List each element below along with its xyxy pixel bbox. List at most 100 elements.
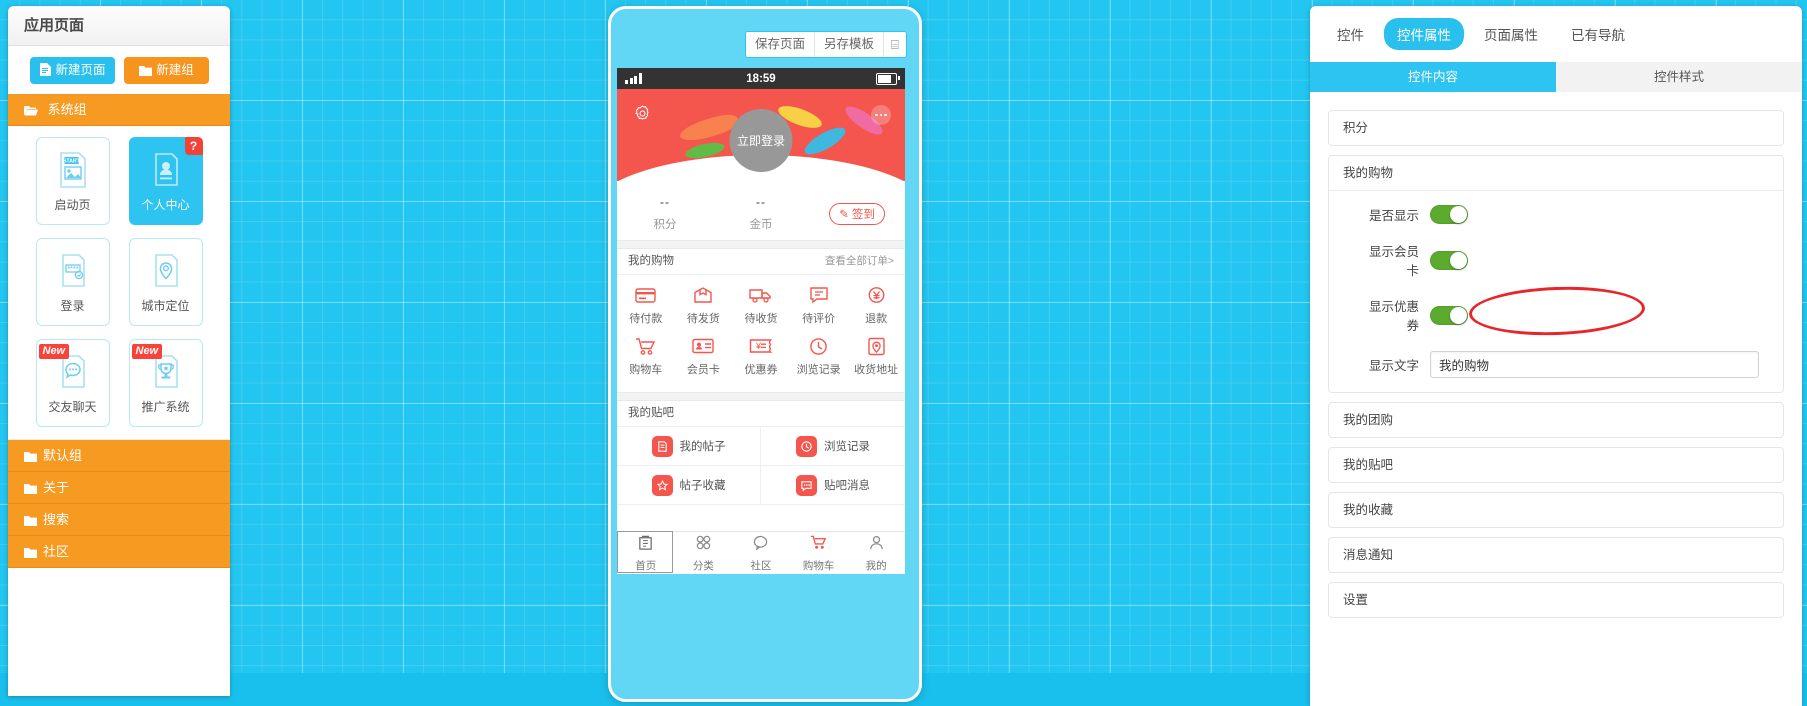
toggle-show-membercard[interactable] (1430, 250, 1468, 270)
tieba-item-history[interactable]: 浏览记录 (761, 427, 905, 466)
tab-existing-nav[interactable]: 已有导航 (1558, 18, 1638, 50)
shopping-item-membercard[interactable]: 会员卡 (675, 335, 733, 377)
person-icon (868, 534, 885, 556)
splash-page-icon: START (55, 150, 91, 190)
shopping-item-history[interactable]: 浏览记录 (790, 335, 848, 377)
box-icon (675, 284, 733, 306)
item-label: 会员卡 (686, 364, 720, 376)
toggle-show[interactable] (1430, 205, 1468, 224)
tab-home[interactable]: 首页 (617, 532, 675, 574)
group-header-about[interactable]: 关于 (8, 472, 230, 504)
accordion-header[interactable]: 我的收藏 (1329, 493, 1783, 527)
field-label: 显示优惠券 (1368, 300, 1419, 333)
message-icon (796, 474, 817, 496)
tab-category[interactable]: 分类 (675, 532, 733, 574)
clock-icon (790, 335, 848, 357)
new-page-button[interactable]: 新建页面 (30, 57, 115, 84)
item-label: 收货地址 (854, 364, 899, 376)
stat-coins[interactable]: -- 金币 (713, 195, 809, 232)
accordion-header[interactable]: 设置 (1329, 583, 1783, 617)
item-label: 帖子收藏 (679, 480, 726, 492)
shopping-item-unpaid[interactable]: 待付款 (617, 284, 675, 326)
stat-value: -- (756, 195, 766, 209)
layout-toggle-icon[interactable]: ⌸ (884, 32, 906, 57)
truck-icon (732, 284, 790, 306)
page-tile-splash[interactable]: START 启动页 (35, 137, 110, 225)
page-tile-user-center[interactable]: ? 个人中心 (128, 137, 203, 225)
post-icon (651, 435, 673, 457)
item-label: 购物车 (629, 364, 663, 376)
accordion-header[interactable]: 我的团购 (1329, 403, 1783, 437)
accordion-header[interactable]: 积分 (1329, 111, 1783, 145)
signin-cell: ✎ 签到 (809, 202, 905, 225)
cart-icon (617, 335, 675, 357)
shopping-item-refund[interactable]: 退款 (847, 284, 905, 326)
shopping-item-address[interactable]: 收货地址 (847, 335, 905, 377)
tieba-item-favorites[interactable]: 帖子收藏 (617, 466, 761, 505)
page-tile-promotion[interactable]: New 推广系统 (128, 339, 203, 427)
group-header-search[interactable]: 搜索 (8, 504, 230, 536)
group-label: 系统组 (47, 102, 87, 117)
new-page-icon (39, 59, 52, 86)
all-orders-link[interactable]: 查看全部订单> (825, 249, 894, 274)
page-tile-login[interactable]: **** 登录 (35, 238, 110, 326)
star-icon (651, 474, 673, 496)
shopping-section-header: 我的购物 查看全部订单> (617, 249, 905, 275)
signin-button[interactable]: ✎ 签到 (829, 202, 885, 225)
display-text-input[interactable] (1430, 351, 1759, 378)
accordion-header[interactable]: 消息通知 (1329, 538, 1783, 572)
shopping-item-review[interactable]: 待评价 (790, 284, 848, 326)
accordion-header[interactable]: 我的贴吧 (1329, 448, 1783, 482)
stat-value: -- (660, 195, 670, 209)
page-tile-label: 登录 (60, 298, 85, 313)
shopping-item-unshipped[interactable]: 待发货 (675, 284, 733, 326)
tab-mine[interactable]: 我的 (847, 532, 905, 574)
page-tile-label: 城市定位 (141, 298, 190, 313)
stats-row: -- 积分 -- 金币 ✎ 签到 (617, 181, 905, 240)
group-label: 关于 (43, 480, 70, 495)
tieba-item-my-posts[interactable]: 我的帖子 (617, 427, 761, 466)
group-body-system: START 启动页 ? 个人中心 **** 登录 城市定位 New 交友聊天 N… (8, 126, 230, 440)
shopping-item-cart[interactable]: 购物车 (617, 335, 675, 377)
tieba-item-messages[interactable]: 贴吧消息 (761, 466, 905, 505)
tab-label: 分类 (692, 559, 714, 572)
new-badge: New (131, 344, 163, 359)
tab-widgets[interactable]: 控件 (1324, 18, 1377, 50)
tab-label: 首页 (635, 559, 657, 572)
login-avatar-button[interactable]: 立即登录 (729, 109, 793, 172)
new-group-button[interactable]: 新建组 (124, 57, 209, 84)
shopping-item-coupon[interactable]: ¥ 优惠券 (732, 335, 790, 377)
pages-panel-title: 应用页面 (8, 6, 230, 46)
group-header-system[interactable]: 系统组 (8, 94, 230, 126)
item-label: 贴吧消息 (824, 480, 870, 492)
stat-points[interactable]: -- 积分 (617, 195, 713, 232)
accordion-my-tieba: 我的贴吧 (1328, 447, 1784, 483)
more-dots-icon[interactable] (871, 105, 891, 125)
save-as-template-button[interactable]: 另存模板 (815, 32, 885, 57)
shopping-item-shipping[interactable]: 待收货 (732, 284, 790, 326)
toggle-show-coupon[interactable] (1430, 305, 1468, 325)
group-header-default[interactable]: 默认组 (8, 440, 230, 472)
accordion-header[interactable]: 我的购物 (1329, 156, 1783, 191)
section-divider (617, 240, 905, 249)
shopping-icon-grid: 待付款 待发货 待收货 待评价 退款 购物车 会员卡 ¥ 优惠券 浏览记录 收货… (617, 275, 905, 392)
save-page-button[interactable]: 保存页面 (746, 32, 816, 57)
tile-row: START 启动页 ? 个人中心 (8, 137, 230, 225)
tab-cart[interactable]: 购物车 (790, 532, 848, 574)
user-center-icon (148, 150, 184, 190)
help-badge[interactable]: ? (184, 137, 203, 155)
accordion-body: 是否显示 显示会员卡 显示优惠券 显示文字 (1329, 191, 1783, 392)
gear-icon[interactable] (633, 104, 652, 123)
phone-screen: 18:59 立即登录 -- 积分 -- 金币 ✎ 签到 我的购物 查看全部订单>… (617, 68, 905, 573)
folder-icon (139, 59, 153, 86)
tab-community[interactable]: 社区 (732, 532, 790, 574)
section-divider (617, 392, 905, 401)
subtab-widget-style[interactable]: 控件样式 (1556, 62, 1802, 92)
group-header-community[interactable]: 社区 (8, 536, 230, 568)
tab-page-properties[interactable]: 页面属性 (1471, 18, 1551, 50)
page-tile-chat[interactable]: New 交友聊天 (35, 339, 110, 427)
subtab-widget-content[interactable]: 控件内容 (1310, 62, 1556, 92)
page-tile-location[interactable]: 城市定位 (128, 238, 203, 326)
field-label: 是否显示 (1368, 209, 1419, 223)
tab-widget-properties[interactable]: 控件属性 (1384, 18, 1464, 50)
